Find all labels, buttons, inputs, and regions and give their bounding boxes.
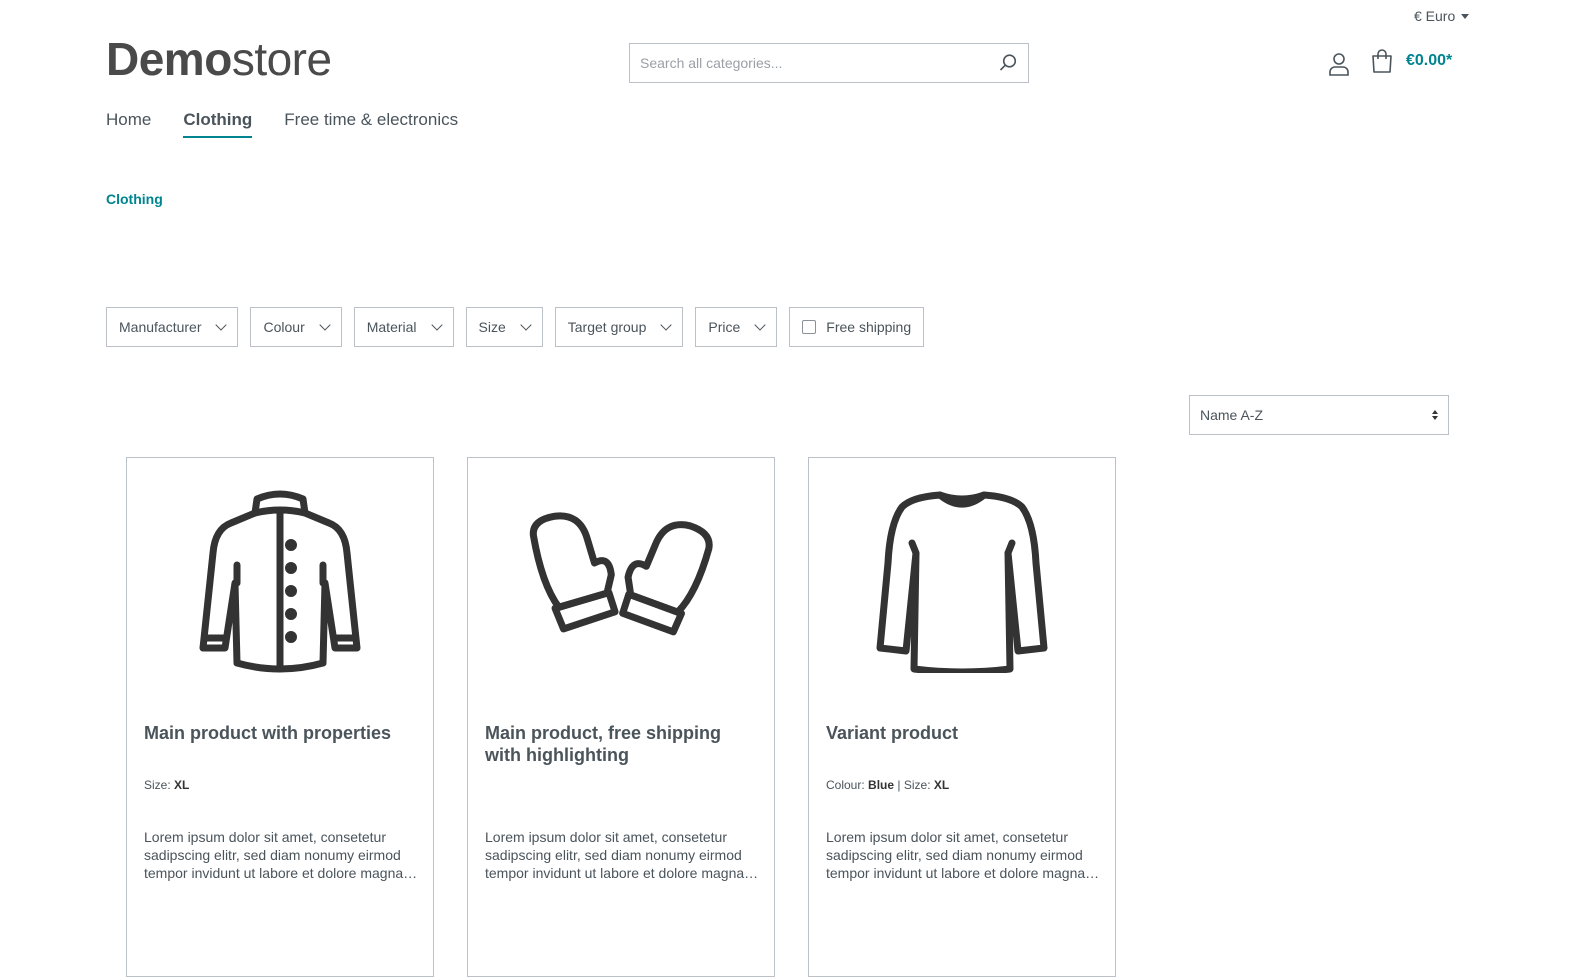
property-value: XL [933,778,950,792]
product-description: Lorem ipsum dolor sit amet, consetetur s… [485,829,745,881]
filter-label: Size [478,319,506,335]
sort-selected-value: Name A-Z [1200,407,1264,423]
filter-label: Target group [567,319,647,335]
filter-size[interactable]: Size [465,307,543,347]
cart-total: €0.00* [1406,52,1453,69]
property-label: Colour: [826,778,865,792]
product-image[interactable] [468,468,774,688]
property-label: Size: [903,778,931,792]
chevron-down-icon [520,319,532,331]
search-button[interactable] [988,44,1028,82]
filter-colour[interactable]: Colour [250,307,342,347]
sort-select[interactable]: Name A-Z [1189,395,1449,435]
chevron-down-icon [319,319,331,331]
chevron-down-icon [754,319,766,331]
account-button[interactable] [1326,50,1352,78]
product-image[interactable] [127,468,433,688]
caret-down-icon [1461,13,1470,19]
search-icon [999,54,1017,71]
product-description: Lorem ipsum dolor sit amet, consetetur s… [144,829,404,881]
mittens-icon [529,512,713,636]
filter-panel: Manufacturer Colour Material Size Target… [106,307,925,347]
breadcrumb[interactable]: Clothing [106,191,163,207]
search-input[interactable] [630,44,988,82]
product-title[interactable]: Variant product [826,722,1098,744]
filter-material[interactable]: Material [353,307,454,347]
main-navigation: Home Clothing Free time & electronics [106,110,458,138]
property-label: Size: [144,778,171,792]
nav-item-clothing[interactable]: Clothing [183,110,253,138]
chevron-down-icon [215,319,228,331]
filter-target-group[interactable]: Target group [554,307,684,347]
product-title[interactable]: Main product, free shipping with highlig… [485,722,757,766]
filter-label: Colour [263,319,305,335]
search-bar [629,43,1029,83]
chevron-down-icon [430,319,443,331]
property-value: XL [174,778,190,792]
product-properties: Size: XL [144,778,189,792]
cart-button[interactable]: €0.00* [1370,48,1452,74]
filter-label: Free shipping [826,319,912,335]
currency-switcher[interactable]: € Euro [1414,8,1470,24]
property-value: Blue [868,778,895,792]
jacket-icon [199,490,361,673]
store-logo[interactable]: Demostore [106,36,332,82]
filter-label: Material [366,319,417,335]
sweater-icon [876,491,1048,673]
product-properties: Colour: Blue | Size: XL [826,778,949,792]
logo-light: store [231,33,332,85]
sort-arrows-icon [1432,410,1438,420]
logo-bold: Demo [106,33,232,85]
filter-label: Price [708,319,741,335]
property-separator: | [894,778,904,792]
user-icon [1329,53,1349,76]
free-shipping-checkbox[interactable] [802,320,817,334]
product-image[interactable] [809,468,1115,688]
product-card: Variant product Colour: Blue | Size: XL … [808,457,1116,977]
currency-label: € Euro [1414,8,1456,24]
filter-price[interactable]: Price [695,307,778,347]
filter-free-shipping[interactable]: Free shipping [789,307,925,347]
filter-manufacturer[interactable]: Manufacturer [106,307,239,347]
nav-item-home[interactable]: Home [106,110,151,138]
filter-label: Manufacturer [119,319,202,335]
product-description: Lorem ipsum dolor sit amet, consetetur s… [826,829,1086,881]
nav-item-free-time-electronics[interactable]: Free time & electronics [284,110,458,138]
product-title[interactable]: Main product with properties [144,722,416,744]
product-card: Main product with properties Size: XL Lo… [126,457,434,977]
shopping-bag-icon [1372,49,1392,73]
chevron-down-icon [660,319,673,331]
product-card: Main product, free shipping with highlig… [467,457,775,977]
